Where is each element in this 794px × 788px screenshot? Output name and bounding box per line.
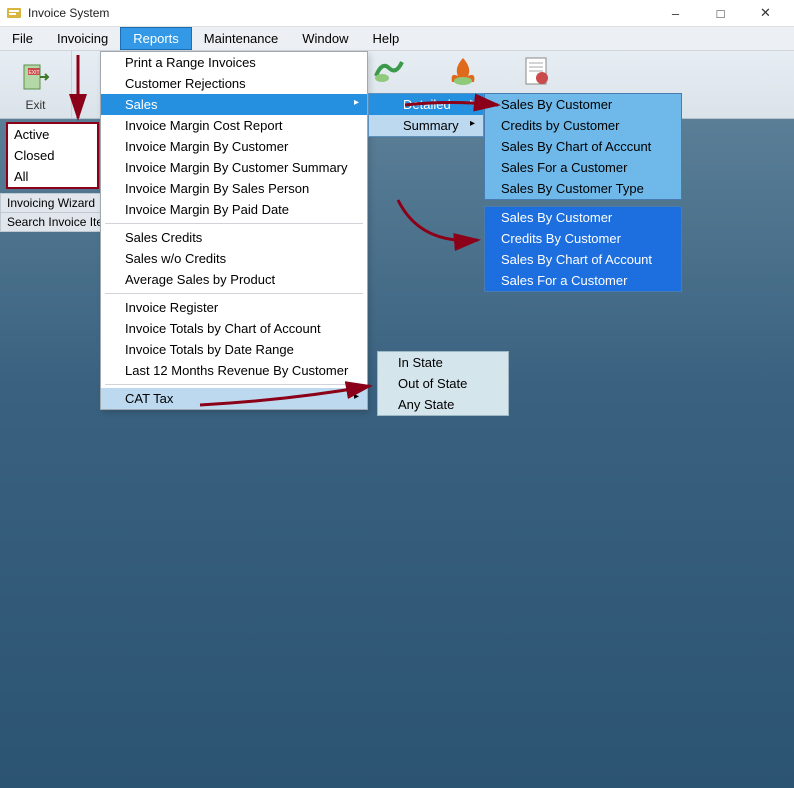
cat-item[interactable]: Any State [378, 394, 508, 415]
app-icon [6, 5, 22, 21]
window-controls: – □ ✕ [653, 0, 788, 27]
sales-sub-detailed[interactable]: Detailed [369, 94, 483, 115]
menu-reports[interactable]: Reports [120, 27, 192, 50]
fire-money-icon [446, 56, 480, 91]
sales-detailed-menu: Sales By CustomerCredits by CustomerSale… [484, 93, 682, 200]
menu-separator [105, 293, 363, 294]
reports-item[interactable]: Print a Range Invoices [101, 52, 367, 73]
reports-item[interactable]: Invoice Margin Cost Report [101, 115, 367, 136]
reports-item[interactable]: Invoice Margin By Paid Date [101, 199, 367, 220]
detailed-item[interactable]: Credits by Customer [485, 115, 681, 136]
detailed-item[interactable]: Sales By Chart of Acccunt [485, 136, 681, 157]
reports-item[interactable]: Invoice Margin By Sales Person [101, 178, 367, 199]
reports-dropdown: Print a Range InvoicesCustomer Rejection… [100, 51, 368, 410]
menu-bar: FileInvoicingReportsMaintenanceWindowHel… [0, 27, 794, 51]
exit-icon: EXIT [19, 60, 53, 94]
reports-item[interactable]: Invoice Margin By Customer [101, 136, 367, 157]
minimize-button[interactable]: – [653, 0, 698, 27]
reports-item[interactable]: Last 12 Months Revenue By Customer [101, 360, 367, 381]
reports-item[interactable]: Sales w/o Credits [101, 248, 367, 269]
sidebar-item-closed[interactable]: Closed [8, 145, 97, 166]
sales-summary-menu: Sales By CustomerCredits By CustomerSale… [484, 206, 682, 292]
summary-item[interactable]: Sales For a Customer [485, 270, 681, 291]
sidebar: ActiveClosedAll [6, 122, 99, 189]
svg-text:EXIT: EXIT [28, 70, 39, 76]
menu-invoicing[interactable]: Invoicing [45, 27, 120, 50]
maximize-button[interactable]: □ [698, 0, 743, 27]
exit-label: Exit [25, 98, 45, 112]
menu-file[interactable]: File [0, 27, 45, 50]
detailed-item[interactable]: Sales For a Customer [485, 157, 681, 178]
app-title: Invoice System [28, 6, 109, 20]
exit-button[interactable]: EXIT Exit [0, 51, 72, 118]
reports-item[interactable]: Invoice Totals by Chart of Account [101, 318, 367, 339]
sidebar-item-active[interactable]: Active [8, 124, 97, 145]
reports-item[interactable]: Invoice Margin By Customer Summary [101, 157, 367, 178]
summary-item[interactable]: Credits By Customer [485, 228, 681, 249]
title-bar: Invoice System – □ ✕ [0, 0, 794, 27]
toolbar-extra-icons [372, 56, 554, 91]
reports-item[interactable]: Sales Credits [101, 227, 367, 248]
cat-item[interactable]: In State [378, 352, 508, 373]
reports-item[interactable]: Customer Rejections [101, 73, 367, 94]
sales-sub-summary[interactable]: Summary [369, 115, 483, 136]
reports-item[interactable]: Invoice Totals by Date Range [101, 339, 367, 360]
cat-tax-submenu: In StateOut of StateAny State [377, 351, 509, 416]
sales-submenu: DetailedSummary [368, 93, 484, 137]
detailed-item[interactable]: Sales By Customer Type [485, 178, 681, 199]
document-icon [520, 56, 554, 91]
menu-separator [105, 384, 363, 385]
reports-item[interactable]: Sales [101, 94, 367, 115]
menu-maintenance[interactable]: Maintenance [192, 27, 290, 50]
menu-window[interactable]: Window [290, 27, 360, 50]
reports-item[interactable]: Invoice Register [101, 297, 367, 318]
close-button[interactable]: ✕ [743, 0, 788, 27]
detailed-item[interactable]: Sales By Customer [485, 94, 681, 115]
summary-item[interactable]: Sales By Customer [485, 207, 681, 228]
reports-item[interactable]: CAT Tax [101, 388, 367, 409]
summary-item[interactable]: Sales By Chart of Account [485, 249, 681, 270]
sidebar-item-all[interactable]: All [8, 166, 97, 187]
money-icon [372, 56, 406, 91]
menu-help[interactable]: Help [361, 27, 412, 50]
cat-item[interactable]: Out of State [378, 373, 508, 394]
menu-separator [105, 223, 363, 224]
reports-item[interactable]: Average Sales by Product [101, 269, 367, 290]
